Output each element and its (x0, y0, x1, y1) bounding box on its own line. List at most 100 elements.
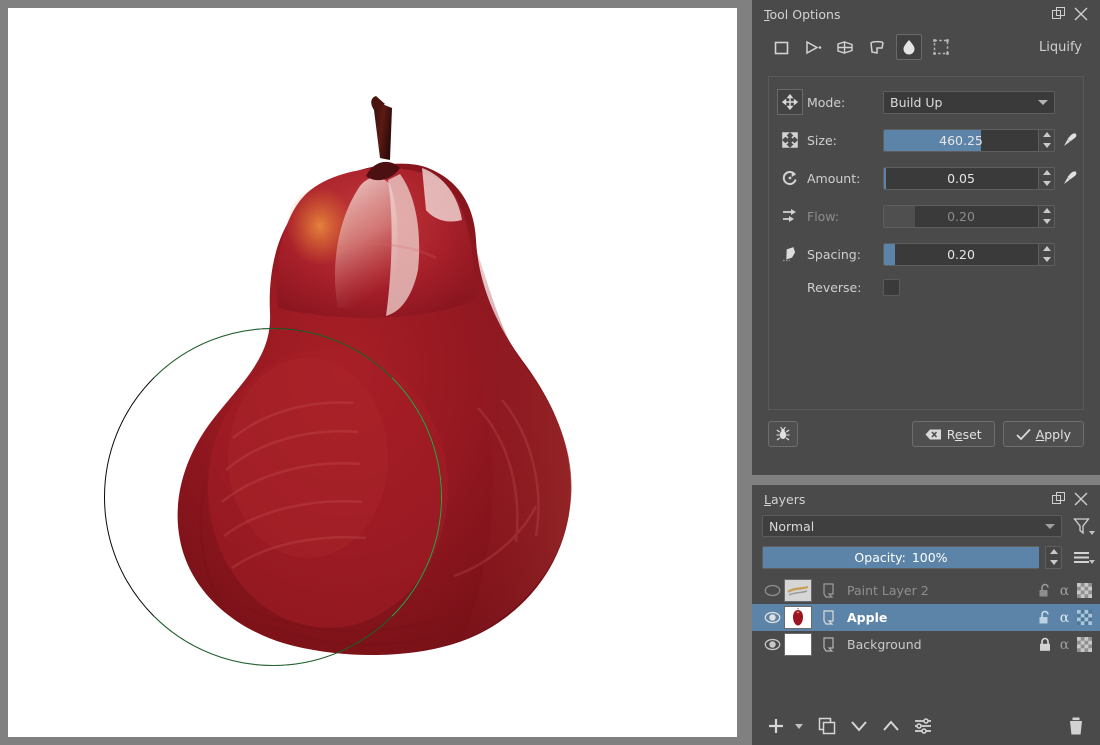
flow-spinbox: 0.20 (883, 205, 1055, 228)
bug-icon[interactable] (768, 421, 798, 447)
lock-open-icon[interactable] (1035, 608, 1054, 628)
cage-icon[interactable] (864, 34, 890, 60)
inherit-alpha-icon[interactable] (1075, 635, 1094, 655)
size-label: Size: (807, 133, 883, 148)
chevron-down-icon (1038, 100, 1048, 105)
layers-titlebar: Layers (752, 485, 1100, 513)
amount-pressure-icon[interactable] (1055, 169, 1083, 187)
spacing-value: 0.20 (947, 247, 975, 262)
rotate-icon (773, 165, 807, 191)
option-row-flow: Flow: 0.20 (769, 201, 1083, 231)
layer-row-paint-layer-2[interactable]: Paint Layer 2 α (752, 577, 1100, 604)
chevron-down-icon[interactable] (845, 712, 873, 740)
amount-stepper[interactable] (1038, 167, 1055, 190)
chevron-down-icon (1089, 531, 1095, 535)
option-row-mode: Mode: Build Up (769, 87, 1083, 117)
reverse-checkbox[interactable] (883, 279, 900, 296)
size-stepper[interactable] (1038, 129, 1055, 152)
size-pressure-icon[interactable] (1055, 131, 1083, 149)
image-canvas[interactable] (8, 8, 737, 737)
layer-clone-indicator-icon (817, 637, 839, 653)
layer-visibility-toggle[interactable] (760, 584, 784, 597)
layer-row-apple[interactable]: Apple α (752, 604, 1100, 631)
flow-value: 0.20 (947, 209, 975, 224)
lock-open-icon[interactable] (1035, 581, 1054, 601)
trash-icon[interactable] (1062, 712, 1090, 740)
float-icon[interactable] (1048, 488, 1070, 510)
amount-spinbox[interactable]: 0.05 (883, 167, 1055, 190)
size-slider-track[interactable]: 460.25 (883, 129, 1038, 152)
option-row-reverse: Reverse: (769, 272, 1083, 302)
layer-clone-indicator-icon (817, 583, 839, 599)
alpha-symbol: α (1060, 637, 1069, 653)
canvas-area (0, 0, 752, 745)
layer-properties: α (1035, 635, 1100, 655)
blend-mode-combobox[interactable]: Normal (762, 515, 1062, 537)
float-icon[interactable] (1048, 3, 1070, 25)
alpha-lock-icon[interactable]: α (1055, 608, 1074, 628)
droplet-icon[interactable] (896, 34, 922, 60)
reverse-spacer-icon (773, 274, 807, 300)
chevron-down-icon[interactable] (795, 724, 803, 729)
dashed-box-icon[interactable] (928, 34, 954, 60)
reset-button[interactable]: Reset (912, 421, 995, 447)
spacing-label: Spacing: (807, 247, 883, 262)
spacing-spinbox[interactable]: 0.20 (883, 243, 1055, 266)
hamburger-icon[interactable] (1068, 551, 1094, 564)
alpha-lock-icon[interactable]: α (1055, 581, 1074, 601)
square-icon[interactable] (768, 34, 794, 60)
inherit-alpha-icon[interactable] (1075, 581, 1094, 601)
plus-icon[interactable] (762, 712, 790, 740)
layer-visibility-toggle[interactable] (760, 638, 784, 651)
layer-properties: α (1035, 581, 1100, 601)
size-spinbox[interactable]: 460.25 (883, 129, 1055, 152)
amount-slider-track[interactable]: 0.05 (883, 167, 1038, 190)
opacity-value: 100% (912, 550, 948, 565)
spacing-slider-track[interactable]: 0.20 (883, 243, 1038, 266)
tool-options-titlebar: Tool Options (752, 0, 1100, 28)
artwork-pear (8, 8, 737, 737)
funnel-icon[interactable] (1068, 517, 1094, 536)
layer-visibility-toggle[interactable] (760, 611, 784, 624)
inherit-alpha-icon[interactable] (1075, 608, 1094, 628)
move-cross-icon[interactable] (777, 89, 803, 115)
pear-midtone-2 (228, 358, 388, 558)
spacing-stepper[interactable] (1038, 243, 1055, 266)
layer-row-background[interactable]: Background α (752, 631, 1100, 658)
alpha-lock-icon[interactable]: α (1055, 635, 1074, 655)
layer-thumbnail[interactable] (784, 606, 812, 629)
chevron-down-icon (1089, 560, 1095, 564)
flow-stepper (1038, 205, 1055, 228)
chevron-up-icon (1043, 170, 1051, 175)
flow-slider-fill (884, 206, 915, 227)
option-row-spacing: Spacing: 0.20 (769, 239, 1083, 269)
lock-closed-icon[interactable] (1035, 635, 1054, 655)
mode-combobox[interactable]: Build Up (883, 91, 1055, 114)
flow-arrows-icon (773, 203, 807, 229)
close-icon[interactable] (1070, 3, 1092, 25)
chevron-down-icon (1043, 181, 1051, 186)
sliders-icon[interactable] (909, 712, 937, 740)
opacity-slider[interactable]: Opacity: 100% (762, 546, 1039, 569)
flow-slider-track: 0.20 (883, 205, 1038, 228)
layer-name: Background (839, 637, 1035, 652)
layer-name: Apple (839, 610, 1035, 625)
opacity-stepper[interactable] (1045, 546, 1062, 569)
opacity-label: Opacity: (854, 550, 905, 565)
tool-options-footer: Reset Apply (768, 420, 1084, 448)
chevron-up-icon[interactable] (877, 712, 905, 740)
layers-title: Layers (764, 492, 1048, 507)
chevron-up-icon (1043, 132, 1051, 137)
tool-options-title: Tool Options (764, 7, 1048, 22)
layer-thumbnail[interactable] (784, 579, 812, 602)
close-icon[interactable] (1070, 488, 1092, 510)
warp-grid-icon[interactable] (832, 34, 858, 60)
apply-button[interactable]: Apply (1003, 421, 1084, 447)
chevron-up-icon (1043, 246, 1051, 251)
layer-list: Paint Layer 2 α (752, 577, 1100, 658)
layer-thumbnail[interactable] (784, 633, 812, 656)
amount-label: Amount: (807, 171, 883, 186)
pear-stem (374, 104, 392, 160)
triangle-dot-icon[interactable] (800, 34, 826, 60)
copy-icon[interactable] (813, 712, 841, 740)
